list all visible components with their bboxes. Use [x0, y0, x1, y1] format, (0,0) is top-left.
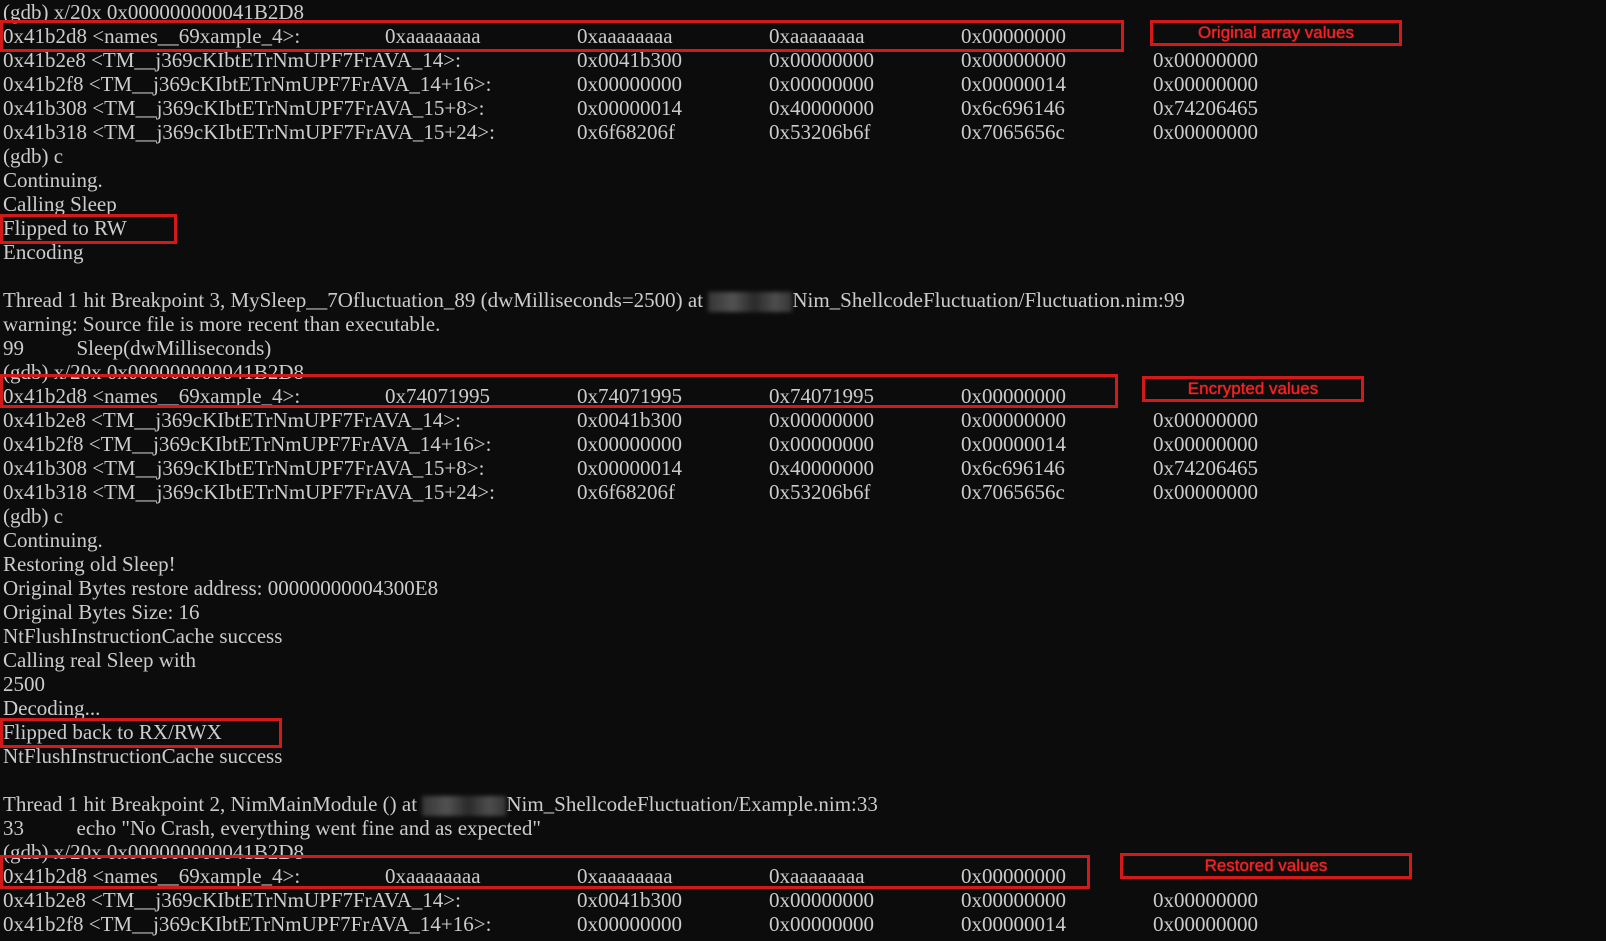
memory-value: 0x74206465	[1153, 456, 1258, 480]
terminal-line: Thread 1 hit Breakpoint 3, MySleep__7Ofl…	[3, 288, 1185, 313]
terminal-line: 2500	[3, 672, 45, 696]
terminal-line: Thread 1 hit Breakpoint 2, NimMainModule…	[3, 792, 878, 817]
memory-value: 0x00000000	[769, 72, 874, 96]
memory-value: 0x74206465	[1153, 96, 1258, 120]
memory-value: 0x00000014	[577, 96, 682, 120]
terminal-window[interactable]: (gdb) x/20x 0x000000000041B2D8 (gdb) c Con…	[0, 0, 1606, 941]
memory-address: 0x41b318 <TM__j369cKIbtETrNmUPF7FrAVA_15…	[3, 480, 495, 504]
memory-address: 0x41b2e8 <TM__j369cKIbtETrNmUPF7FrAVA_14…	[3, 408, 461, 432]
memory-value: 0x6c696146	[961, 96, 1065, 120]
terminal-line: 33 echo "No Crash, everything went fine …	[3, 816, 541, 840]
memory-address: 0x41b2f8 <TM__j369cKIbtETrNmUPF7FrAVA_14…	[3, 432, 492, 456]
highlight-original-row	[0, 20, 1124, 52]
memory-value: 0x0041b300	[577, 888, 682, 912]
terminal-line: Continuing.	[3, 168, 103, 192]
terminal-line: Continuing.	[3, 528, 103, 552]
memory-address: 0x41b308 <TM__j369cKIbtETrNmUPF7FrAVA_15…	[3, 96, 485, 120]
memory-value: 0x00000000	[577, 432, 682, 456]
redacted-path	[708, 292, 793, 313]
highlight-restored-row	[0, 855, 1090, 889]
memory-value: 0x7065656c	[961, 480, 1065, 504]
terminal-line: Restoring old Sleep!	[3, 552, 176, 576]
terminal-line: (gdb) c	[3, 144, 64, 168]
memory-value: 0x00000014	[961, 432, 1066, 456]
memory-address: 0x41b2e8 <TM__j369cKIbtETrNmUPF7FrAVA_14…	[3, 888, 461, 912]
memory-value: 0x00000014	[961, 912, 1066, 936]
label-restored-values: Restored values	[1120, 853, 1412, 879]
memory-value: 0x40000000	[769, 456, 874, 480]
terminal-line: Calling Sleep	[3, 192, 117, 216]
source-path: Nim_ShellcodeFluctuation/Fluctuation.nim…	[792, 288, 1185, 312]
memory-value: 0x00000000	[1153, 912, 1258, 936]
memory-value: 0x53206b6f	[769, 120, 871, 144]
memory-value: 0x00000000	[769, 888, 874, 912]
terminal-line: Calling real Sleep with	[3, 648, 197, 672]
memory-value: 0x00000000	[1153, 72, 1258, 96]
highlight-flipped-back	[0, 718, 282, 748]
memory-value: 0x00000000	[961, 888, 1066, 912]
memory-value: 0x40000000	[769, 96, 874, 120]
highlight-flipped-rw	[0, 214, 177, 244]
memory-value: 0x00000000	[1153, 120, 1258, 144]
memory-value: 0x00000000	[1153, 48, 1258, 72]
redacted-path	[422, 796, 507, 817]
terminal-line: Original Bytes restore address: 00000000…	[3, 576, 439, 600]
memory-value: 0x00000000	[769, 432, 874, 456]
memory-value: 0x00000000	[1153, 408, 1258, 432]
memory-value: 0x00000014	[961, 72, 1066, 96]
memory-value: 0x00000000	[769, 408, 874, 432]
memory-value: 0x00000000	[1153, 432, 1258, 456]
memory-value: 0x0041b300	[577, 408, 682, 432]
memory-value: 0x00000000	[769, 912, 874, 936]
highlight-encrypted-row	[0, 374, 1118, 408]
source-path: Nim_ShellcodeFluctuation/Example.nim:33	[506, 792, 878, 816]
label-encrypted-values: Encrypted values	[1142, 376, 1364, 402]
memory-value: 0x00000000	[1153, 480, 1258, 504]
terminal-line: 99 Sleep(dwMilliseconds)	[3, 336, 272, 360]
label-original-array-values: Original array values	[1150, 20, 1402, 46]
memory-address: 0x41b318 <TM__j369cKIbtETrNmUPF7FrAVA_15…	[3, 120, 495, 144]
memory-value: 0x6f68206f	[577, 120, 675, 144]
terminal-line: NtFlushInstructionCache success	[3, 624, 283, 648]
terminal-line: (gdb) c	[3, 504, 64, 528]
terminal-line: Decoding...	[3, 696, 101, 720]
memory-value: 0x00000000	[1153, 888, 1258, 912]
terminal-line: Original Bytes Size: 16	[3, 600, 200, 624]
memory-value: 0x00000014	[577, 456, 682, 480]
terminal-line: warning: Source file is more recent than…	[3, 312, 441, 336]
memory-value: 0x6f68206f	[577, 480, 675, 504]
memory-address: 0x41b2f8 <TM__j369cKIbtETrNmUPF7FrAVA_14…	[3, 912, 492, 936]
memory-value: 0x7065656c	[961, 120, 1065, 144]
memory-address: 0x41b308 <TM__j369cKIbtETrNmUPF7FrAVA_15…	[3, 456, 485, 480]
memory-value: 0x00000000	[961, 408, 1066, 432]
memory-value: 0x53206b6f	[769, 480, 871, 504]
memory-address: 0x41b2f8 <TM__j369cKIbtETrNmUPF7FrAVA_14…	[3, 72, 492, 96]
memory-value: 0x6c696146	[961, 456, 1065, 480]
memory-value: 0x00000000	[577, 912, 682, 936]
memory-value: 0x00000000	[577, 72, 682, 96]
